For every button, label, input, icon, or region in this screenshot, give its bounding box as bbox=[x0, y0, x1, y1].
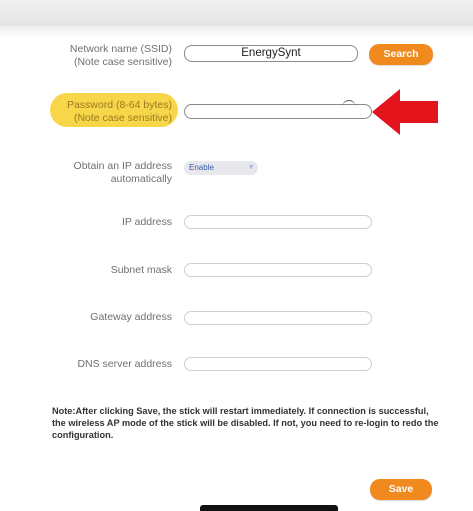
password-label: Password (8-64 bytes) (Note case sensiti… bbox=[52, 99, 172, 125]
ssid-label: Network name (SSID) (Note case sensitive… bbox=[56, 43, 172, 69]
dhcp-label: Obtain an IP address automatically bbox=[56, 160, 172, 186]
gateway-address-input[interactable] bbox=[184, 311, 372, 325]
dhcp-label-line2: automatically bbox=[110, 173, 172, 185]
gateway-address-label: Gateway address bbox=[90, 311, 172, 323]
ip-address-label: IP address bbox=[121, 216, 172, 228]
ip-address-input[interactable] bbox=[184, 215, 372, 229]
home-indicator bbox=[200, 505, 338, 511]
subnet-mask-input[interactable] bbox=[184, 263, 372, 277]
chevron-updown-icon: ▿ bbox=[249, 164, 253, 171]
dhcp-select[interactable]: Enable ▿ bbox=[184, 161, 258, 175]
ssid-input[interactable]: EnergySynt bbox=[184, 45, 358, 62]
search-button[interactable]: Search bbox=[369, 44, 433, 65]
save-button[interactable]: Save bbox=[370, 479, 432, 500]
save-note: Note:After clicking Save, the stick will… bbox=[52, 406, 439, 440]
password-label-line1: Password (8-64 bytes) bbox=[66, 99, 172, 111]
dhcp-select-value: Enable bbox=[189, 163, 214, 172]
ssid-label-line1: Network name (SSID) bbox=[69, 43, 172, 55]
loading-spinner-icon bbox=[342, 100, 356, 115]
dhcp-label-line1: Obtain an IP address bbox=[73, 160, 172, 172]
ssid-label-line2: (Note case sensitive) bbox=[73, 56, 172, 68]
red-arrow-icon bbox=[372, 89, 438, 135]
subnet-mask-label: Subnet mask bbox=[110, 264, 172, 276]
dns-server-address-label: DNS server address bbox=[77, 358, 172, 370]
password-label-line2: (Note case sensitive) bbox=[73, 112, 172, 124]
top-band bbox=[0, 0, 473, 26]
top-band-shadow bbox=[0, 26, 473, 38]
dns-server-address-input[interactable] bbox=[184, 357, 372, 371]
